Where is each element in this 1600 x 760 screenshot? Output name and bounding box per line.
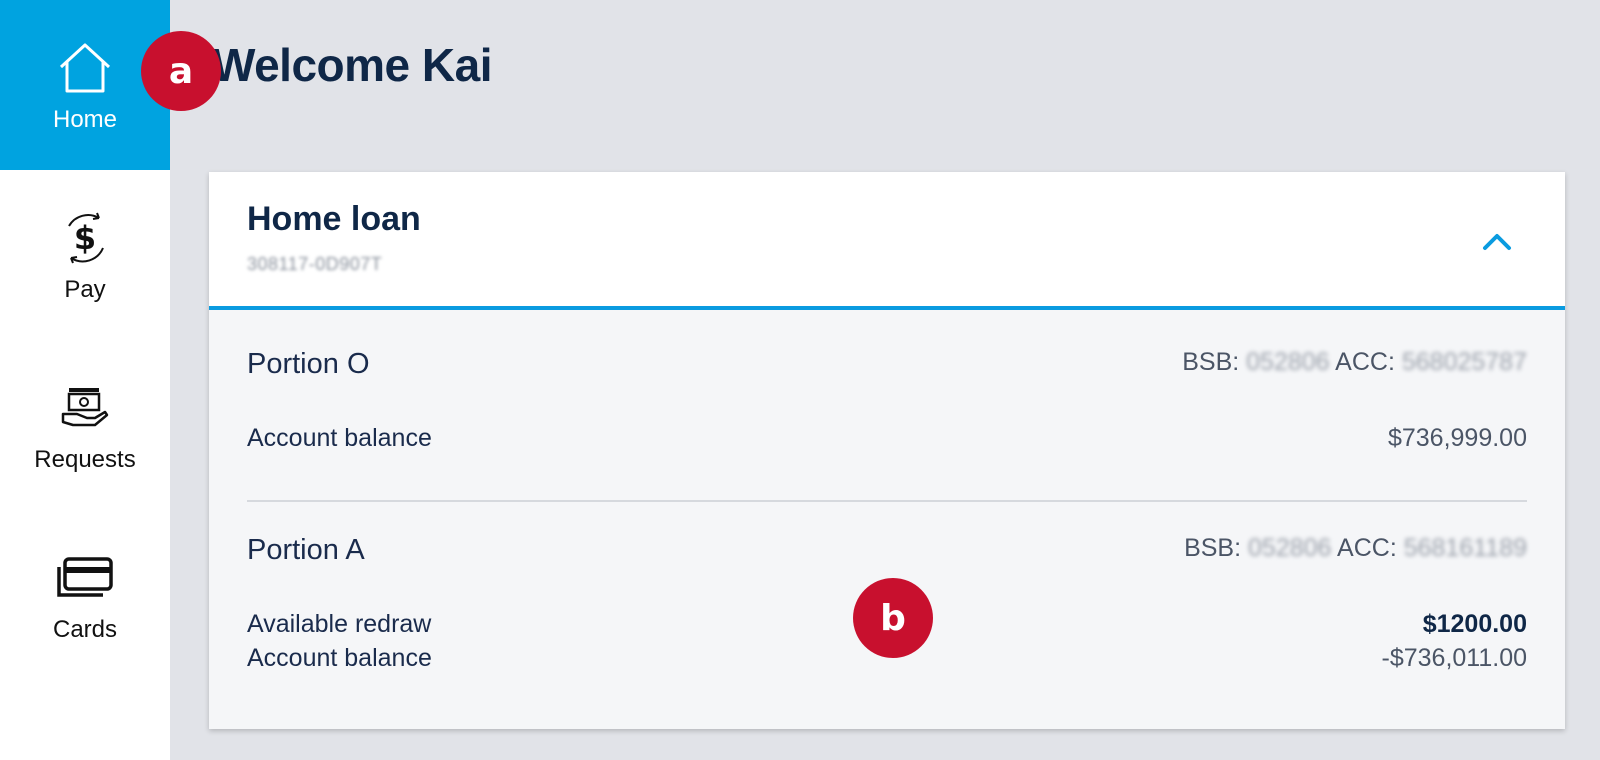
sidebar: Home $ Pay Requests Cards [0, 0, 170, 760]
redraw-label: Available redraw [247, 610, 432, 638]
page-title: Welcome Kai [212, 39, 492, 91]
balance-value: -$736,011.00 [1381, 644, 1528, 672]
account-number: 308117-0D907T [247, 254, 383, 274]
svg-text:$: $ [74, 219, 96, 257]
annotation-badge-b: b [853, 578, 933, 658]
card-title: Home loan [247, 200, 421, 238]
card-icon [53, 546, 117, 610]
bsb-acc-info: BSB: 052806 ACC: 568025787 [1182, 348, 1527, 377]
acc-label: ACC: [1337, 534, 1397, 562]
bsb-value: 052806 [1246, 348, 1330, 376]
card-header[interactable]: Home loan 308117-0D907T [209, 172, 1565, 310]
hand-money-icon [53, 376, 117, 440]
annotation-badge-a: a [141, 31, 221, 111]
divider [247, 500, 1527, 502]
redraw-value: $1200.00 [1422, 610, 1527, 638]
bsb-acc-info: BSB: 052806 ACC: 568161189 [1184, 534, 1527, 563]
sidebar-item-label: Cards [52, 616, 118, 643]
acc-value: 568025787 [1401, 348, 1527, 376]
sidebar-item-label: Requests [34, 446, 136, 473]
chevron-up-icon[interactable] [1479, 224, 1515, 260]
sidebar-item-requests[interactable]: Requests [0, 340, 170, 510]
sidebar-item-label: Pay [64, 276, 106, 303]
sidebar-item-cards[interactable]: Cards [0, 510, 170, 680]
acc-value: 568161189 [1403, 534, 1527, 562]
dollar-cycle-icon: $ [53, 206, 117, 270]
acc-label: ACC: [1335, 348, 1395, 376]
balance-value: $736,999.00 [1387, 424, 1527, 452]
bsb-value: 052806 [1248, 534, 1332, 562]
portion-name: Portion O [247, 348, 370, 380]
bsb-label: BSB: [1184, 534, 1242, 562]
home-icon [53, 36, 117, 100]
sidebar-item-pay[interactable]: $ Pay [0, 170, 170, 340]
sidebar-item-label: Home [52, 106, 118, 133]
bsb-label: BSB: [1182, 348, 1240, 376]
balance-label: Account balance [247, 644, 432, 672]
portion-name: Portion A [247, 534, 365, 566]
balance-label: Account balance [247, 424, 432, 452]
